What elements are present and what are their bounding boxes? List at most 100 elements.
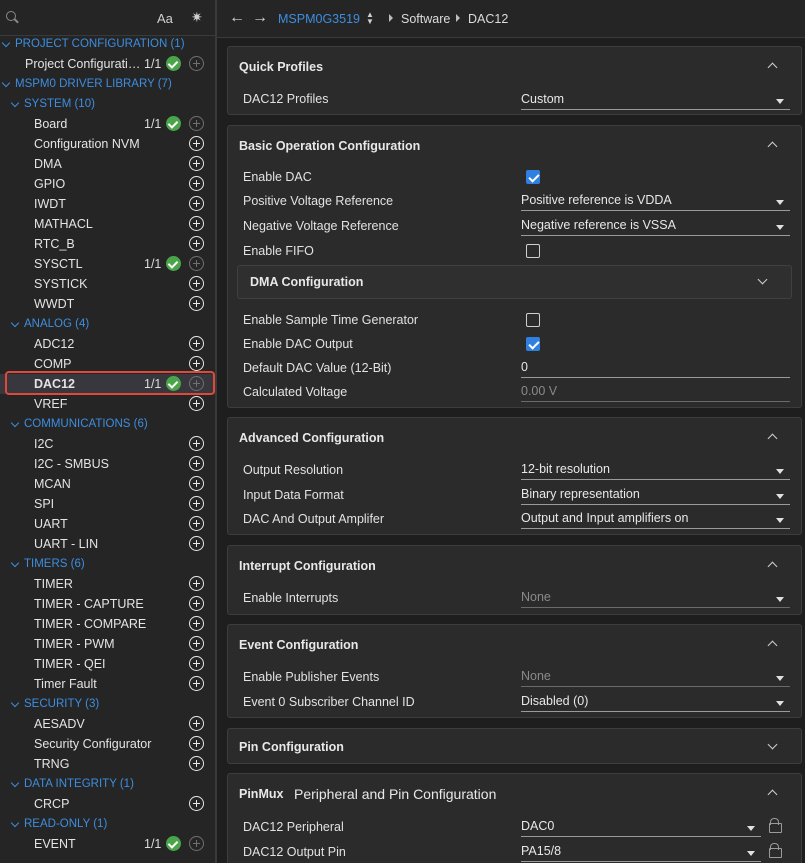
collapse-icon[interactable] bbox=[769, 61, 777, 69]
dac12-peripheral-select[interactable]: DAC0 bbox=[521, 818, 761, 837]
collapse-icon[interactable] bbox=[769, 432, 777, 440]
panel-pin-configuration[interactable]: Pin Configuration bbox=[227, 728, 802, 764]
default-dac-value-input[interactable]: 0 bbox=[521, 359, 790, 378]
tree-item[interactable]: Configuration NVM bbox=[0, 134, 215, 154]
tree-item[interactable]: TIMER - COMPARE bbox=[0, 614, 215, 634]
add-instance-icon[interactable] bbox=[189, 516, 204, 531]
collapse-icon[interactable] bbox=[769, 140, 777, 148]
add-instance-icon[interactable] bbox=[189, 796, 204, 811]
output-amplifier-select[interactable]: Output and Input amplifiers on bbox=[521, 510, 790, 529]
tree-item[interactable]: Security Configurator bbox=[0, 734, 215, 754]
tree-item[interactable]: WWDT bbox=[0, 294, 215, 314]
publisher-events-select[interactable]: None bbox=[521, 668, 790, 687]
collapse-icon[interactable] bbox=[769, 639, 777, 647]
tree-item[interactable]: VREF bbox=[0, 394, 215, 414]
tree-item[interactable]: MATHACL bbox=[0, 214, 215, 234]
add-instance-icon[interactable] bbox=[189, 736, 204, 751]
collapse-icon[interactable] bbox=[769, 788, 777, 796]
enable-interrupts-select[interactable]: None bbox=[521, 589, 790, 608]
add-instance-icon[interactable] bbox=[189, 196, 204, 211]
add-instance-icon[interactable] bbox=[189, 136, 204, 151]
lock-icon[interactable] bbox=[769, 818, 782, 833]
add-instance-icon[interactable] bbox=[189, 436, 204, 451]
add-instance-icon[interactable] bbox=[189, 676, 204, 691]
add-instance-icon[interactable] bbox=[189, 236, 204, 251]
tree-category[interactable]: COMMUNICATIONS (6) bbox=[0, 414, 215, 434]
add-instance-icon[interactable] bbox=[189, 256, 204, 271]
add-instance-icon[interactable] bbox=[189, 496, 204, 511]
breadcrumb-software[interactable]: Software bbox=[401, 12, 450, 26]
chevron-down-icon[interactable] bbox=[10, 314, 20, 334]
add-instance-icon[interactable] bbox=[189, 56, 204, 71]
enable-dac-checkbox[interactable] bbox=[526, 170, 540, 184]
add-instance-icon[interactable] bbox=[189, 636, 204, 651]
tree-item[interactable]: SYSTICK bbox=[0, 274, 215, 294]
tree-category[interactable]: DATA INTEGRITY (1) bbox=[0, 774, 215, 794]
arrow-right-icon[interactable]: → bbox=[252, 9, 268, 27]
subscriber-channel-select[interactable]: Disabled (0) bbox=[521, 693, 790, 712]
tree-item[interactable]: ADC12 bbox=[0, 334, 215, 354]
tree-item[interactable]: AESADV bbox=[0, 714, 215, 734]
tree-item[interactable]: TRNG bbox=[0, 754, 215, 774]
tree-item[interactable]: UART - LIN bbox=[0, 534, 215, 554]
chevron-down-icon[interactable] bbox=[10, 774, 20, 794]
add-instance-icon[interactable] bbox=[189, 456, 204, 471]
add-instance-icon[interactable] bbox=[189, 396, 204, 411]
add-instance-icon[interactable] bbox=[189, 756, 204, 771]
tree-category[interactable]: SECURITY (3) bbox=[0, 694, 215, 714]
add-instance-icon[interactable] bbox=[189, 356, 204, 371]
tree-item[interactable]: CRCP bbox=[0, 794, 215, 814]
add-instance-icon[interactable] bbox=[189, 276, 204, 291]
sort-updown-icon[interactable]: ▲ ▼ bbox=[366, 11, 374, 26]
input-data-format-select[interactable]: Binary representation bbox=[521, 486, 790, 505]
tree-item[interactable]: TIMER - PWM bbox=[0, 634, 215, 654]
chevron-down-icon[interactable] bbox=[10, 94, 20, 114]
subpanel-dma[interactable]: DMA Configuration bbox=[237, 265, 792, 299]
add-instance-icon[interactable] bbox=[189, 716, 204, 731]
tree-item[interactable]: IWDT bbox=[0, 194, 215, 214]
add-instance-icon[interactable] bbox=[189, 836, 204, 851]
tree-item[interactable]: SPI bbox=[0, 494, 215, 514]
add-instance-icon[interactable] bbox=[189, 576, 204, 591]
tree-item[interactable]: Project Configurati… 1/1 bbox=[0, 54, 215, 74]
match-case-button[interactable]: Aa bbox=[157, 11, 173, 26]
tree-item[interactable]: GPIO bbox=[0, 174, 215, 194]
tree-item[interactable]: EVENT 1/1 bbox=[0, 834, 215, 854]
arrow-left-icon[interactable]: ← bbox=[229, 9, 245, 27]
tree-category[interactable]: PROJECT CONFIGURATION (1) bbox=[0, 34, 215, 54]
chevron-down-icon[interactable] bbox=[10, 554, 20, 574]
enable-fifo-checkbox[interactable] bbox=[526, 244, 540, 258]
add-instance-icon[interactable] bbox=[189, 336, 204, 351]
chevron-down-icon[interactable] bbox=[10, 694, 20, 714]
tree-item[interactable]: TIMER - CAPTURE bbox=[0, 594, 215, 614]
add-instance-icon[interactable] bbox=[189, 296, 204, 311]
device-selector[interactable]: MSPM0G3519 bbox=[278, 12, 360, 26]
lock-icon[interactable] bbox=[769, 843, 782, 858]
enable-dac-output-checkbox[interactable] bbox=[526, 337, 540, 351]
tree-item[interactable]: I2C - SMBUS bbox=[0, 454, 215, 474]
chevron-down-icon[interactable] bbox=[1, 74, 11, 94]
add-instance-icon[interactable] bbox=[189, 596, 204, 611]
tree-item[interactable]: I2C bbox=[0, 434, 215, 454]
tree-item[interactable]: Timer Fault bbox=[0, 674, 215, 694]
add-instance-icon[interactable] bbox=[189, 176, 204, 191]
add-instance-icon[interactable] bbox=[189, 656, 204, 671]
add-instance-icon[interactable] bbox=[189, 156, 204, 171]
dac12-profiles-select[interactable]: Custom bbox=[521, 91, 790, 110]
search-icon[interactable] bbox=[6, 10, 20, 25]
tree-category[interactable]: SYSTEM (10) bbox=[0, 94, 215, 114]
tree-category[interactable]: ANALOG (4) bbox=[0, 314, 215, 334]
tree-item[interactable]: UART bbox=[0, 514, 215, 534]
sparkle-icon[interactable]: ✷ bbox=[191, 9, 203, 26]
dac12-output-pin-select[interactable]: PA15/8 bbox=[521, 843, 761, 862]
negative-reference-select[interactable]: Negative reference is VSSA bbox=[521, 217, 790, 236]
tree-item[interactable]: TIMER bbox=[0, 574, 215, 594]
positive-reference-select[interactable]: Positive reference is VDDA bbox=[521, 192, 790, 211]
tree-category[interactable]: READ-ONLY (1) bbox=[0, 814, 215, 834]
tree-category[interactable]: MSPM0 DRIVER LIBRARY (7) bbox=[0, 74, 215, 94]
chevron-down-icon[interactable] bbox=[1, 34, 11, 54]
chevron-down-icon[interactable] bbox=[10, 414, 20, 434]
add-instance-icon[interactable] bbox=[189, 536, 204, 551]
add-instance-icon[interactable] bbox=[189, 216, 204, 231]
expand-icon[interactable] bbox=[759, 276, 767, 284]
